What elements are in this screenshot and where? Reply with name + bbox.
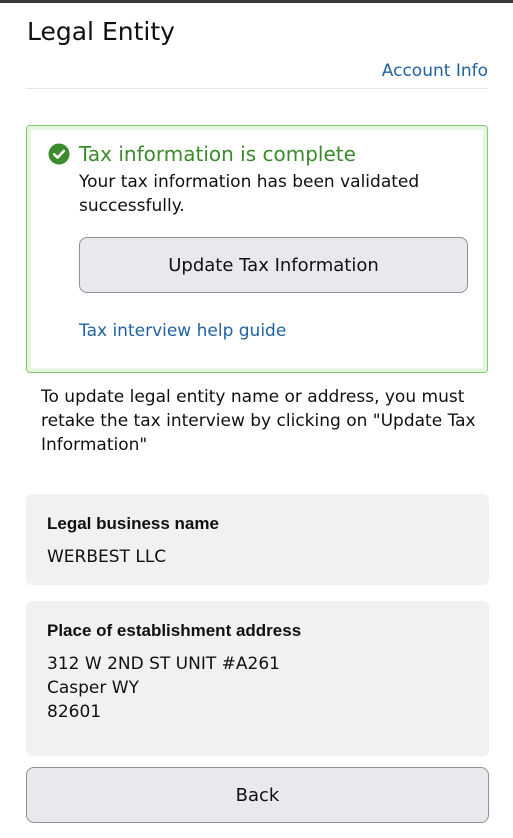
update-instructions-text: To update legal entity name or address, … bbox=[41, 387, 476, 455]
check-circle-icon bbox=[48, 143, 70, 165]
address-line-3: 82601 bbox=[47, 702, 102, 722]
business-name-label: Legal business name bbox=[47, 514, 219, 533]
address-line-1: 312 W 2ND ST UNIT #A261 bbox=[47, 654, 280, 674]
top-border bbox=[0, 0, 513, 3]
address-label: Place of establishment address bbox=[47, 621, 302, 640]
alert-heading: Tax information is complete bbox=[79, 142, 356, 166]
tax-interview-help-link[interactable]: Tax interview help guide bbox=[79, 321, 286, 341]
back-button[interactable]: Back bbox=[26, 767, 489, 823]
address-line-2: Casper WY bbox=[47, 678, 139, 698]
alert-message: Your tax information has been validated … bbox=[79, 172, 420, 216]
page-title: Legal Entity bbox=[27, 17, 175, 46]
business-name-value: WERBEST LLC bbox=[47, 547, 167, 567]
update-tax-information-button[interactable]: Update Tax Information bbox=[79, 237, 468, 293]
tax-status-alert: Tax information is complete Your tax inf… bbox=[26, 125, 488, 373]
legal-business-name-card: Legal business name WERBEST LLC bbox=[26, 494, 489, 585]
account-info-link[interactable]: Account Info bbox=[382, 61, 488, 81]
establishment-address-card: Place of establishment address 312 W 2ND… bbox=[26, 601, 489, 756]
header-divider bbox=[26, 88, 488, 89]
